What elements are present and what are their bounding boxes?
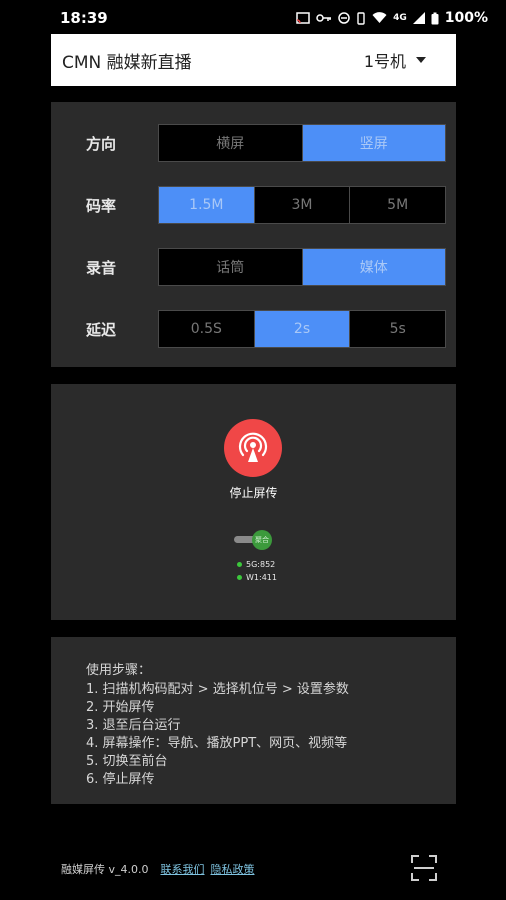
setting-row-latency: 延迟 0.5S 2s 5s [51,310,456,348]
orientation-option-portrait[interactable]: 竖屏 [302,125,445,161]
step-item: 3. 退至后台运行 [86,718,181,733]
net-5g-value: 5G:852 [246,560,276,569]
cast-status-icon [296,12,310,24]
app-version: 融媒屏传 v_4.0.0 [61,863,149,876]
wifi-icon [372,12,387,23]
key-icon [316,14,332,22]
audio-segmented: 话筒 媒体 [158,248,446,286]
status-bar: 18:39 4G 100% [0,0,506,36]
cast-panel: 停止屏传 聚合 5G:852 W1:411 [51,384,456,620]
step-item: 5. 切换至前台 [86,754,168,769]
device-select-value: 1号机 [363,52,406,71]
setting-row-audio: 录音 话筒 媒体 [51,248,456,286]
latency-option-5s[interactable]: 5s [350,311,445,347]
latency-segmented: 0.5S 2s 5s [158,310,446,348]
setting-row-bitrate: 码率 1.5M 3M 5M [51,186,456,224]
step-item: 2. 开始屏传 [86,700,155,715]
setting-label: 延迟 [86,320,117,339]
net-wifi-line: W1:411 [237,573,277,582]
network-type: 4G [393,13,407,23]
setting-label: 录音 [86,258,117,277]
bitrate-segmented: 1.5M 3M 5M [158,186,446,224]
status-icons: 4G 100% [296,10,488,26]
toggle-knob: 聚合 [252,530,272,550]
battery-percent: 100% [444,10,488,26]
net-5g-line: 5G:852 [237,560,275,569]
scan-icon[interactable] [410,854,438,882]
app-header: CMN 融媒新直播 1号机 [51,34,456,86]
bitrate-option-1-5m[interactable]: 1.5M [159,187,255,223]
signal-icon [412,12,425,24]
status-dot-icon [237,562,242,567]
privacy-link[interactable]: 隐私政策 [211,861,255,877]
step-item: 1. 扫描机构码配对 > 选择机位号 > 设置参数 [86,682,349,697]
setting-label: 码率 [86,196,117,215]
net-wifi-value: W1:411 [246,573,277,582]
orientation-option-landscape[interactable]: 横屏 [159,125,303,161]
orientation-segmented: 横屏 竖屏 [158,124,446,162]
step-item: 4. 屏幕操作：导航、播放PPT、网页、视频等 [86,736,348,751]
dnd-icon [338,12,350,24]
steps-panel: 使用步骤： 1. 扫描机构码配对 > 选择机位号 > 设置参数 2. 开始屏传 … [51,637,456,804]
bitrate-option-5m[interactable]: 5M [350,187,445,223]
steps-title: 使用步骤： [86,663,152,678]
contact-link[interactable]: 联系我们 [161,861,205,877]
setting-row-orientation: 方向 横屏 竖屏 [51,124,456,162]
settings-panel: 方向 横屏 竖屏 码率 1.5M 3M 5M 录音 话筒 媒体 延迟 0.5S … [51,102,456,367]
stop-cast-button[interactable] [224,419,282,477]
aggregate-toggle[interactable]: 聚合 [234,530,272,550]
broadcast-icon [238,432,268,462]
step-item: 6. 停止屏传 [86,772,155,787]
battery-icon [431,12,439,24]
audio-option-media[interactable]: 媒体 [302,249,445,285]
setting-label: 方向 [86,134,117,153]
audio-option-mic[interactable]: 话筒 [159,249,303,285]
caret-down-icon [416,57,426,63]
latency-option-0-5s[interactable]: 0.5S [159,311,255,347]
vibrate-icon [357,11,365,25]
footer: 融媒屏传 v_4.0.0 联系我们 隐私政策 [61,861,255,877]
app-title: CMN 融媒新直播 [62,52,192,73]
stop-cast-label: 停止屏传 [229,486,278,500]
status-dot-icon [237,575,242,580]
latency-option-2s[interactable]: 2s [254,311,351,347]
status-time: 18:39 [60,9,108,27]
device-select[interactable]: 1号机 [364,48,426,72]
bitrate-option-3m[interactable]: 3M [255,187,351,223]
